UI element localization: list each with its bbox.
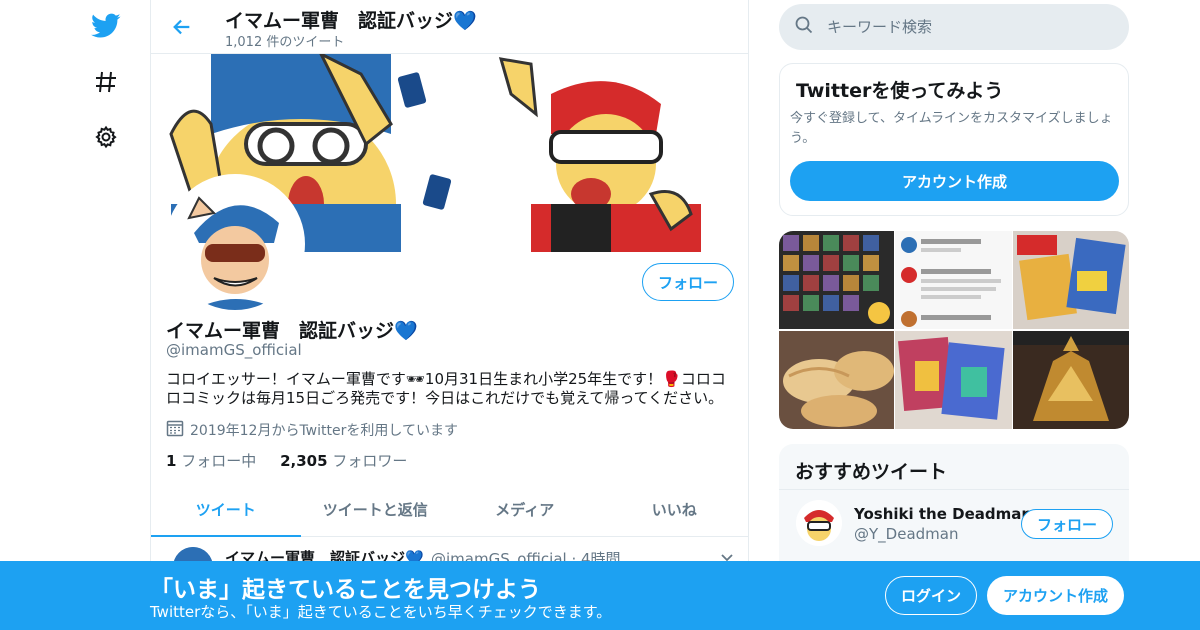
calendar-icon [166, 419, 184, 441]
follow-stats: 1 フォロー中 2,305 フォロワー [166, 450, 407, 471]
media-grid [779, 231, 1129, 429]
joined-date: 2019年12月からTwitterを利用しています [166, 419, 458, 441]
tab-media[interactable]: メディア [450, 482, 600, 536]
back-arrow-icon[interactable] [169, 14, 195, 40]
media-thumb[interactable] [779, 231, 894, 329]
profile-bio: コロイエッサー！イマムー軍曹です🕶10月31日生まれ小学25年生です！🥊コロコロ… [166, 370, 726, 407]
profile-avatar[interactable] [165, 174, 305, 314]
bottom-bar-subtitle: Twitterなら、「いま」起きていることをいち早くチェックできます。 [150, 603, 612, 621]
profile-handle: @imamGS_official [166, 341, 302, 359]
profile-header-bar: イマムー軍曹 認証バッジ💙 1,012 件のツイート [151, 0, 748, 54]
reco-user-name[interactable]: Yoshiki the Deadman [854, 505, 1032, 523]
reco-user-avatar[interactable] [796, 500, 842, 546]
media-thumb[interactable] [779, 331, 894, 429]
tweet-count: 1,012 件のツイート [225, 35, 345, 50]
profile-name: イマムー軍曹 認証バッジ💙 [166, 320, 418, 342]
signup-description: 今すぐ登録して、タイムラインをカスタマイズしましょう。 [790, 111, 1113, 146]
media-thumb[interactable] [1013, 331, 1129, 429]
tab-tweets-replies[interactable]: ツイートと返信 [301, 482, 451, 536]
gear-icon[interactable] [90, 121, 122, 153]
twitter-logo-icon[interactable] [90, 10, 122, 42]
search-input[interactable] [827, 18, 1107, 36]
media-thumb[interactable] [895, 331, 1012, 429]
tab-tweets[interactable]: ツイート [151, 482, 301, 537]
followers-link[interactable]: 2,305 フォロワー [280, 452, 407, 470]
divider [779, 489, 1129, 490]
media-thumb[interactable] [895, 231, 1012, 329]
signup-button[interactable]: アカウント作成 [987, 576, 1124, 615]
profile-tabs: ツイート ツイートと返信 メディア いいね [151, 482, 749, 537]
follow-button[interactable]: フォロー [642, 263, 734, 301]
following-link[interactable]: 1 フォロー中 [166, 452, 256, 470]
media-thumb[interactable] [1013, 231, 1129, 329]
header-title: イマムー軍曹 認証バッジ💙 [225, 10, 477, 32]
create-account-button[interactable]: アカウント作成 [790, 161, 1119, 201]
profile-column: イマムー軍曹 認証バッジ💙 1,012 件のツイート フォロー イマムー軍曹 認… [150, 0, 749, 630]
search-box[interactable] [779, 4, 1129, 50]
left-nav [60, 0, 150, 630]
search-icon [795, 16, 813, 38]
reco-user-handle: @Y_Deadman [854, 525, 959, 543]
bottom-signup-bar: 「いま」起きていることを見つけよう Twitterなら、「いま」起きていることを… [0, 561, 1200, 630]
reco-follow-button[interactable]: フォロー [1021, 509, 1113, 539]
joined-text: 2019年12月からTwitterを利用しています [190, 423, 458, 439]
login-button[interactable]: ログイン [885, 576, 977, 615]
signup-card: Twitterを使ってみよう 今すぐ登録して、タイムラインをカスタマイズしましょ… [779, 63, 1129, 216]
bottom-bar-title: 「いま」起きていることを見つけよう [150, 577, 541, 603]
hashtag-icon[interactable] [90, 66, 122, 98]
signup-title: Twitterを使ってみよう [796, 80, 1004, 102]
recommended-title: おすすめツイート [795, 461, 948, 483]
tab-likes[interactable]: いいね [600, 482, 749, 536]
